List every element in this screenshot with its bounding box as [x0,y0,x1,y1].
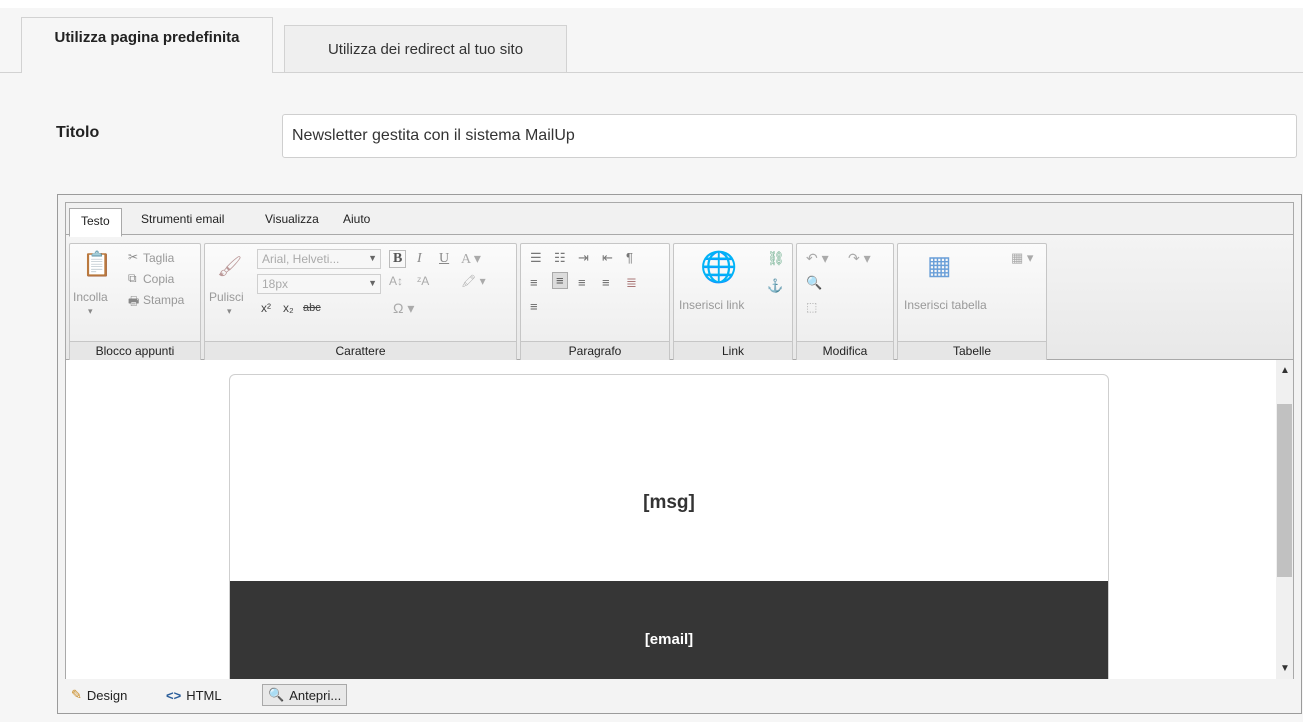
group-clipboard: 📋 Incolla ▾ ✂ Taglia ⧉ Copia 🖶 Stampa Bl… [69,243,201,362]
highlight-icon[interactable]: 🖍 ▾ [461,274,486,288]
mode-preview-label: Antepri... [289,687,342,703]
clear-dropdown-icon[interactable]: ▾ [227,306,232,317]
ribbon-tab-text[interactable]: Testo [69,208,122,237]
paste-button[interactable]: Incolla [73,290,108,304]
change-case-icon[interactable]: ᶻA [417,274,429,288]
clear-format-icon: 🖌 [217,256,243,278]
msg-placeholder: [msg] [643,492,695,513]
undo-icon[interactable]: ↶ ▾ [806,250,829,267]
grow-font-icon[interactable]: A↕ [389,274,403,288]
clear-format-button[interactable]: Pulisci [209,290,244,304]
pencil-icon: ✎ [71,687,82,702]
format-block-icon[interactable]: ≡ [530,299,538,314]
tab-divider-left [0,72,21,73]
print-button[interactable]: Stampa [143,293,184,307]
ribbon-tab-view[interactable]: Visualizza [265,212,319,226]
unlink-icon[interactable]: ⛓ [767,250,785,267]
superscript-icon[interactable]: x² [261,301,271,315]
bold-icon[interactable]: B [389,250,407,268]
group-label-paragraph: Paragrafo [521,341,669,361]
numbered-list-icon[interactable]: ☷ [554,250,566,266]
omega-symbol-icon[interactable]: Ω ▾ [393,300,414,317]
editor-mode-bar: ✎ Design <> HTML 🔍 Antepri... [65,681,1294,708]
redo-icon[interactable]: ↷ ▾ [848,250,871,267]
insert-table-icon: ▦ [927,250,952,280]
bullet-list-icon[interactable]: ☰ [530,250,542,266]
scroll-down-icon[interactable]: ▼ [1280,663,1290,674]
code-icon: <> [166,687,182,703]
group-tables: ▦ Inserisci tabella ▦ ▾ Tabelle [897,243,1047,362]
cut-button[interactable]: Taglia [143,251,174,265]
rtl-icon[interactable]: ≣ [626,275,637,291]
title-input[interactable] [282,114,1297,158]
mode-design[interactable]: ✎ Design [71,684,127,706]
paste-icon: 📋 [82,251,112,278]
group-paragraph: ☰ ☷ ⇥ ⇤ ¶ ≡ ≡ ≡ ≡ ≣ ≡ Paragrafo [520,243,670,362]
group-label-edit: Modifica [797,341,893,361]
mode-html[interactable]: <> HTML [166,684,222,706]
strikethrough-icon[interactable]: abc [303,302,321,314]
paragraph-mark-icon[interactable]: ¶ [626,250,633,265]
tab-divider [273,72,1303,73]
align-right-icon[interactable]: ≡ [578,275,586,290]
copy-icon: ⧉ [128,271,137,285]
subscript-icon[interactable]: x₂ [283,301,294,315]
group-label-font: Carattere [205,341,516,361]
align-center-icon[interactable]: ≡ [552,272,568,289]
title-label: Titolo [56,124,100,141]
chevron-down-icon: ▼ [368,253,377,263]
find-icon[interactable]: 🔍 [806,275,822,291]
group-label-link: Link [674,341,792,361]
outdent-icon[interactable]: ⇤ [602,250,613,266]
indent-icon[interactable]: ⇥ [578,250,589,266]
font-family-select[interactable]: Arial, Helveti... ▼ [257,249,381,269]
underline-icon[interactable]: U [439,251,449,267]
footer-band: [email] [230,581,1108,679]
table-options-icon[interactable]: ▦ ▾ [1011,250,1033,266]
group-label-clipboard: Blocco appunti [70,341,200,361]
align-left-icon[interactable]: ≡ [530,275,538,290]
scrollbar-thumb[interactable] [1277,404,1292,577]
justify-icon[interactable]: ≡ [602,275,610,290]
font-size-select[interactable]: 18px ▼ [257,274,381,294]
scroll-up-icon[interactable]: ▲ [1280,365,1290,376]
group-link: 🌐 Inserisci link ⛓ ⚓ Link [673,243,793,362]
globe-link-icon: 🌐 [700,251,738,284]
editor-content[interactable]: [msg] [email] ▲ ▼ [65,360,1294,679]
insert-link-button[interactable]: Inserisci link [679,298,744,312]
top-band [0,0,1303,8]
font-color-icon[interactable]: A ▾ [461,251,481,268]
tab-redirects[interactable]: Utilizza dei redirect al tuo sito [284,25,567,73]
mode-design-label: Design [86,687,128,703]
magnifier-icon: 🔍 [268,687,285,702]
insert-table-button[interactable]: Inserisci tabella [904,298,987,312]
mode-html-label: HTML [186,687,222,703]
chevron-down-icon: ▼ [368,278,377,288]
tab-default-page[interactable]: Utilizza pagina predefinita [21,17,273,73]
group-edit: ↶ ▾ ↷ ▾ 🔍 ⬚ Modifica [796,243,894,362]
ribbon-tab-help[interactable]: Aiuto [343,212,370,226]
paste-dropdown-icon[interactable]: ▾ [88,306,93,317]
email-placeholder: [email] [644,631,694,648]
group-label-tables: Tabelle [898,341,1046,361]
print-icon: 🖶 [128,294,140,308]
ribbon-tabs: Testo Strumenti email Visualizza Aiuto [66,203,1293,237]
ribbon-tab-email-tools[interactable]: Strumenti email [141,212,224,226]
email-template-card: [msg] [email] [229,374,1109,679]
anchor-icon[interactable]: ⚓ [767,278,783,294]
cut-icon: ✂ [128,250,139,264]
rich-text-editor: Testo Strumenti email Visualizza Aiuto 📋… [57,194,1302,714]
mode-preview[interactable]: 🔍 Antepri... [262,684,348,706]
group-font: 🖌 Pulisci ▾ Arial, Helveti... ▼ 18px ▼ B I… [204,243,517,362]
content-scrollbar[interactable]: ▲ ▼ [1276,360,1293,679]
italic-icon[interactable]: I [417,251,422,267]
editor-ribbon: Testo Strumenti email Visualizza Aiuto 📋… [65,202,1294,362]
copy-button[interactable]: Copia [143,272,174,286]
select-all-icon[interactable]: ⬚ [806,300,817,314]
